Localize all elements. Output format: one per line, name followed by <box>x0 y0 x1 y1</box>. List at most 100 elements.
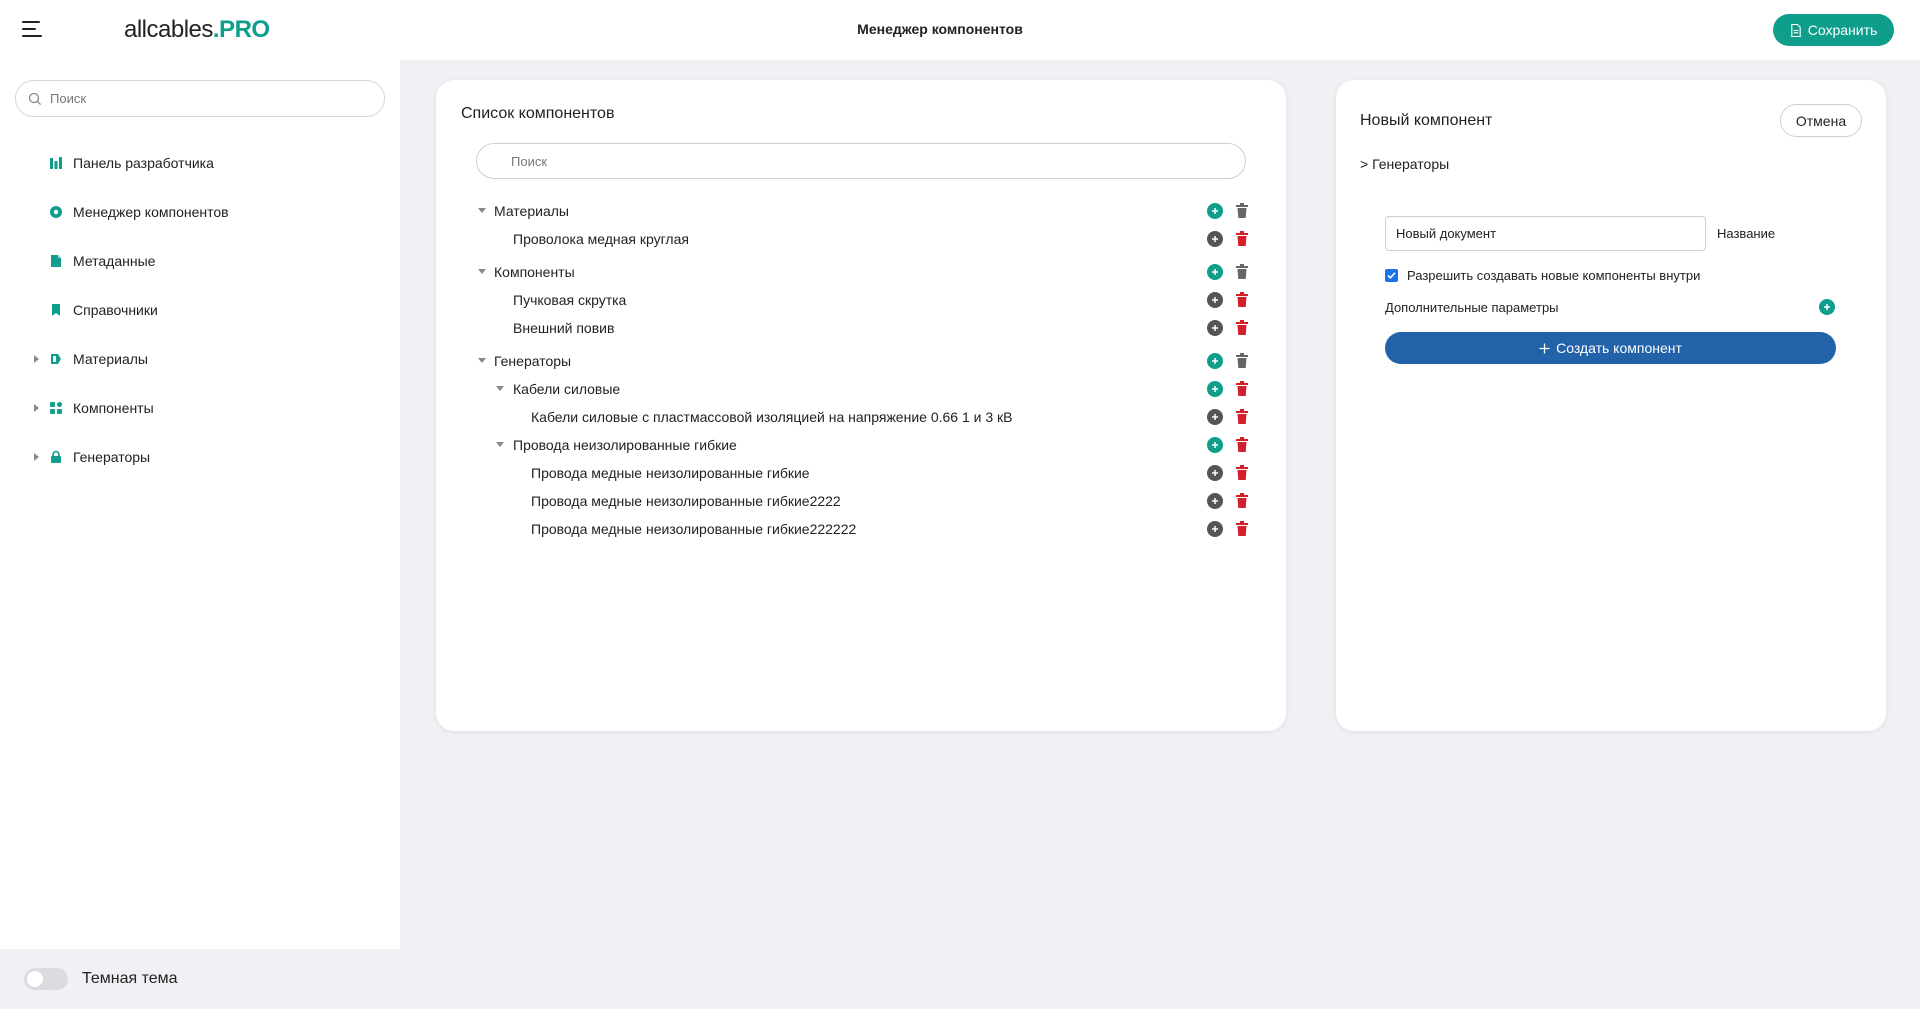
trash-icon[interactable] <box>1235 264 1249 280</box>
tree-row-plastic-insulated-cables[interactable]: Кабели силовые с пластмассовой изоляцией… <box>476 403 1249 431</box>
trash-icon[interactable] <box>1235 493 1249 509</box>
tree-row-copper-bare-wires-3[interactable]: Провода медные неизолированные гибкие222… <box>476 515 1249 543</box>
tree-row-generators[interactable]: Генераторы <box>476 347 1249 375</box>
tree-row-outer-layer[interactable]: Внешний повив <box>476 314 1249 342</box>
app-header: allcables.PRO Менеджер компонентов Сохра… <box>0 0 1920 60</box>
lock-icon <box>49 450 63 464</box>
tree-row-label: Кабели силовые с пластмассовой изоляцией… <box>531 409 1013 425</box>
sidebar-item-label: Материалы <box>73 350 148 367</box>
add-icon[interactable] <box>1207 264 1223 280</box>
tree-row-copper-wire[interactable]: Проволока медная круглая <box>476 225 1249 253</box>
add-icon[interactable] <box>1207 409 1223 425</box>
add-icon[interactable] <box>1207 203 1223 219</box>
sidebar-item-label: Справочники <box>73 301 158 318</box>
tree-row-label: Провода медные неизолированные гибкие222… <box>531 521 857 537</box>
chevron-down-icon[interactable] <box>478 269 486 274</box>
components-search <box>476 143 1246 179</box>
trash-icon[interactable] <box>1235 231 1249 247</box>
material-icon <box>49 352 63 366</box>
breadcrumb[interactable]: > Генераторы <box>1360 156 1449 172</box>
sidebar-search <box>15 80 385 117</box>
tree-row-bare-flexible-wires[interactable]: Провода неизолированные гибкие <box>476 431 1249 459</box>
allow-children-checkbox[interactable] <box>1385 269 1398 282</box>
chevron-down-icon[interactable] <box>496 386 504 391</box>
tree-row-label: Провода неизолированные гибкие <box>513 437 737 453</box>
sidebar-item-generators[interactable]: Генераторы <box>0 432 400 481</box>
trash-icon[interactable] <box>1235 353 1249 369</box>
sidebar-item-metadata[interactable]: Метаданные <box>0 236 400 285</box>
add-icon[interactable] <box>1207 231 1223 247</box>
chevron-down-icon[interactable] <box>478 208 486 213</box>
sidebar-item-label: Панель разработчика <box>73 154 214 171</box>
trash-icon[interactable] <box>1235 521 1249 537</box>
add-icon[interactable] <box>1207 521 1223 537</box>
trash-icon[interactable] <box>1235 381 1249 397</box>
trash-icon[interactable] <box>1235 465 1249 481</box>
tree-row-bundle-twist[interactable]: Пучковая скрутка <box>476 286 1249 314</box>
tree-row-materials[interactable]: Материалы <box>476 197 1249 225</box>
tree-row-copper-bare-wires-1[interactable]: Провода медные неизолированные гибкие <box>476 459 1249 487</box>
chevron-down-icon[interactable] <box>496 442 504 447</box>
components-search-input[interactable] <box>511 153 811 169</box>
components-list-title: Список компонентов <box>461 105 615 122</box>
save-button[interactable]: Сохранить <box>1773 14 1894 46</box>
document-icon <box>1790 23 1801 37</box>
name-label: Название <box>1717 226 1776 241</box>
trash-icon[interactable] <box>1235 292 1249 308</box>
allow-children-row: Разрешить создавать новые компоненты вну… <box>1385 268 1700 283</box>
document-icon <box>49 254 63 268</box>
trash-icon[interactable] <box>1235 437 1249 453</box>
tree-row-components[interactable]: Компоненты <box>476 258 1249 286</box>
chevron-right-icon[interactable] <box>34 453 39 461</box>
sidebar-nav: Панель разработчика Менеджер компонентов… <box>0 138 400 481</box>
add-icon[interactable] <box>1207 493 1223 509</box>
tree-row-label: Провода медные неизолированные гибкие222… <box>531 493 841 509</box>
sidebar-item-label: Компоненты <box>73 399 154 416</box>
tree-row-copper-bare-wires-2[interactable]: Провода медные неизолированные гибкие222… <box>476 487 1249 515</box>
chart-bars-icon <box>49 156 63 170</box>
chevron-down-icon[interactable] <box>478 358 486 363</box>
cancel-button[interactable]: Отмена <box>1780 104 1862 137</box>
tree-row-power-cables[interactable]: Кабели силовые <box>476 375 1249 403</box>
sidebar-item-label: Менеджер компонентов <box>73 203 229 220</box>
add-icon[interactable] <box>1207 353 1223 369</box>
add-icon[interactable] <box>1207 437 1223 453</box>
add-icon[interactable] <box>1207 381 1223 397</box>
grid-icon <box>49 401 63 415</box>
sidebar-item-components[interactable]: Компоненты <box>0 383 400 432</box>
trash-icon[interactable] <box>1235 203 1249 219</box>
add-icon[interactable] <box>1207 320 1223 336</box>
sidebar-item-materials[interactable]: Материалы <box>0 334 400 383</box>
sidebar-item-dev-panel[interactable]: Панель разработчика <box>0 138 400 187</box>
add-icon[interactable] <box>1207 292 1223 308</box>
create-component-button[interactable]: Создать компонент <box>1385 332 1836 364</box>
plus-icon <box>1539 343 1550 353</box>
add-icon[interactable] <box>1207 465 1223 481</box>
dark-theme-label: Темная тема <box>82 970 178 987</box>
tree-row-label: Провода медные неизолированные гибкие <box>531 465 810 481</box>
chevron-right-icon[interactable] <box>34 404 39 412</box>
sidebar-item-label: Метаданные <box>73 252 156 269</box>
sidebar-search-input[interactable] <box>50 91 350 106</box>
page-title: Менеджер компонентов <box>857 21 1023 37</box>
add-param-icon[interactable] <box>1819 299 1835 315</box>
gear-icon <box>49 205 63 219</box>
sidebar-item-component-manager[interactable]: Менеджер компонентов <box>0 187 400 236</box>
extra-params-label: Дополнительные параметры <box>1385 300 1559 315</box>
search-icon <box>28 92 42 105</box>
components-tree: Материалы Проволока медная круглая Компо… <box>476 197 1249 543</box>
dark-theme-toggle[interactable] <box>24 968 68 990</box>
tree-row-label: Компоненты <box>494 264 575 280</box>
sidebar-item-references[interactable]: Справочники <box>0 285 400 334</box>
tree-row-label: Проволока медная круглая <box>513 231 689 247</box>
chevron-right-icon[interactable] <box>34 355 39 363</box>
new-component-title: Новый компонент <box>1360 112 1493 129</box>
bookmark-icon <box>49 303 63 317</box>
trash-icon[interactable] <box>1235 320 1249 336</box>
sidebar: Панель разработчика Менеджер компонентов… <box>0 60 400 1009</box>
trash-icon[interactable] <box>1235 409 1249 425</box>
allow-children-label: Разрешить создавать новые компоненты вну… <box>1407 268 1701 283</box>
name-field[interactable] <box>1385 216 1706 251</box>
new-component-card: Новый компонент Отмена > Генераторы Назв… <box>1336 80 1886 731</box>
sidebar-item-label: Генераторы <box>73 448 151 465</box>
